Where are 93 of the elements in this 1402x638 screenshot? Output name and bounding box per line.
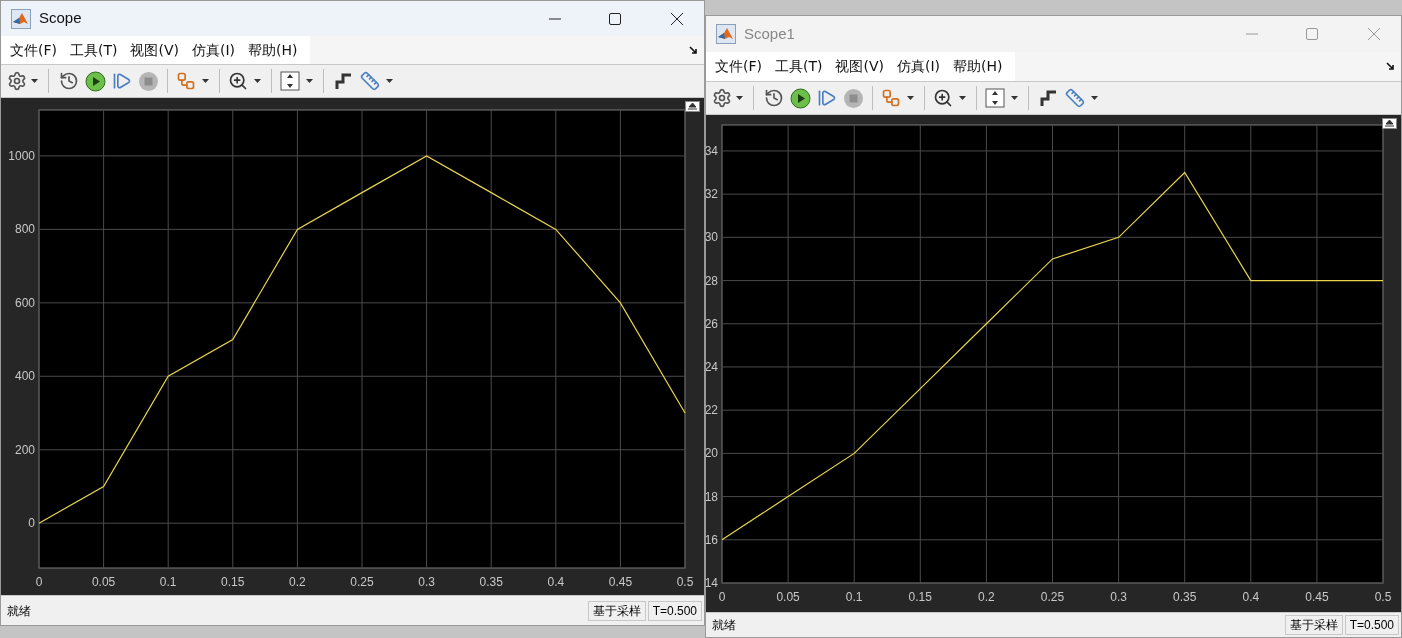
- menu-item[interactable]: 仿真(I): [187, 39, 241, 61]
- menu-item[interactable]: 视图(V): [125, 39, 184, 61]
- x-tick-label: 0.1: [845, 590, 863, 604]
- settings-icon[interactable]: [7, 71, 27, 91]
- x-tick-label: 0.15: [908, 590, 932, 604]
- y-tick-label: 600: [14, 295, 35, 310]
- x-tick-label: 0.2: [978, 590, 995, 604]
- sample-mode-label: 基于采样: [1284, 615, 1343, 635]
- x-tick-label: 0: [35, 575, 43, 589]
- arrow-icon[interactable]: [689, 45, 698, 55]
- caret-icon[interactable]: [1091, 96, 1098, 100]
- x-tick-label: 0.3: [1110, 590, 1127, 604]
- caret-icon[interactable]: [202, 79, 209, 83]
- play-icon[interactable]: [85, 70, 106, 92]
- app-logo-icon: [716, 24, 736, 44]
- zoom-in-icon[interactable]: [228, 71, 248, 91]
- maximize-icon[interactable]: [608, 11, 622, 26]
- scale-axes-icon[interactable]: [280, 71, 300, 91]
- y-tick-label: 14: [706, 576, 718, 590]
- x-tick-label: 0.35: [1173, 590, 1197, 604]
- step-forward-icon[interactable]: [112, 71, 132, 91]
- y-tick-label: 1000: [8, 148, 35, 163]
- caret-icon[interactable]: [907, 96, 914, 100]
- x-tick-label: 0.05: [776, 590, 800, 604]
- play-icon[interactable]: [790, 87, 811, 109]
- x-tick-label: 0.25: [1040, 590, 1065, 604]
- y-tick-label: 22: [706, 403, 718, 418]
- x-tick-label: 0.3: [418, 575, 435, 589]
- x-tick-label: 0.4: [1242, 590, 1260, 604]
- y-tick-label: 400: [14, 369, 35, 384]
- x-tick-label: 0.5: [676, 575, 694, 589]
- step-signal-icon[interactable]: [334, 71, 354, 91]
- y-tick-label: 200: [14, 442, 35, 457]
- x-tick-label: 0.2: [289, 575, 306, 589]
- caret-icon[interactable]: [31, 79, 38, 83]
- x-tick-label: 0.45: [1305, 590, 1329, 604]
- status-text: 就绪: [6, 602, 31, 620]
- layout-icon[interactable]: [881, 88, 901, 108]
- x-tick-label: 0.45: [608, 575, 633, 589]
- x-tick-label: 0.35: [479, 575, 503, 589]
- caret-icon[interactable]: [959, 96, 966, 100]
- caret-icon[interactable]: [1011, 96, 1018, 100]
- y-tick-label: 18: [706, 489, 718, 504]
- x-tick-label: 0.25: [350, 575, 374, 589]
- x-tick-label: 0.5: [1374, 590, 1392, 604]
- window-title: Scope: [39, 8, 82, 29]
- close-icon[interactable]: [670, 11, 684, 26]
- ruler-icon[interactable]: [360, 71, 380, 91]
- y-tick-label: 28: [706, 273, 718, 288]
- sim-time-label: T=0.500: [1344, 615, 1399, 635]
- menu-item[interactable]: 帮助(H): [948, 56, 1008, 77]
- x-tick-label: 0.15: [221, 575, 245, 589]
- undock-icon[interactable]: [685, 101, 700, 112]
- zoom-in-icon[interactable]: [933, 88, 953, 108]
- sample-mode-label: 基于采样: [587, 600, 646, 621]
- x-tick-label: 0.05: [91, 575, 116, 589]
- y-tick-label: 16: [706, 532, 718, 547]
- sim-time-label: T=0.500: [647, 600, 702, 621]
- y-tick-label: 34: [706, 143, 718, 158]
- y-tick-label: 24: [706, 359, 718, 374]
- status-text: 就绪: [711, 617, 736, 634]
- caret-icon[interactable]: [306, 79, 313, 83]
- menu-item[interactable]: 文件(F): [5, 39, 62, 61]
- scale-axes-icon[interactable]: [985, 88, 1005, 108]
- menu-item[interactable]: 工具(T): [770, 56, 828, 77]
- x-tick-label: 0.1: [159, 575, 177, 589]
- x-tick-label: 0: [718, 590, 726, 604]
- app-logo-icon: [11, 8, 31, 29]
- y-tick-label: 26: [706, 316, 718, 331]
- layout-icon[interactable]: [176, 71, 196, 91]
- y-tick-label: 32: [706, 187, 718, 202]
- caret-icon[interactable]: [254, 79, 261, 83]
- window-title: Scope1: [744, 23, 795, 44]
- ruler-icon[interactable]: [1065, 88, 1085, 108]
- stop-icon: [843, 87, 864, 109]
- step-signal-icon[interactable]: [1039, 88, 1059, 108]
- x-tick-label: 0.4: [547, 575, 565, 589]
- y-tick-label: 30: [706, 230, 718, 245]
- arrow-icon[interactable]: [1386, 62, 1395, 71]
- y-tick-label: 800: [14, 222, 35, 237]
- y-tick-label: 0: [28, 516, 35, 531]
- caret-icon[interactable]: [386, 79, 393, 83]
- caret-icon[interactable]: [736, 96, 743, 100]
- menu-item[interactable]: 帮助(H): [243, 39, 303, 61]
- y-tick-label: 20: [706, 446, 718, 461]
- menu-item[interactable]: 视图(V): [830, 56, 889, 77]
- settings-icon[interactable]: [712, 88, 732, 108]
- step-forward-icon[interactable]: [817, 88, 837, 108]
- undock-icon[interactable]: [1382, 118, 1397, 129]
- menu-item[interactable]: 文件(F): [710, 56, 767, 77]
- menu-item[interactable]: 仿真(I): [892, 56, 946, 77]
- menu-item[interactable]: 工具(T): [65, 39, 123, 61]
- stop-icon: [138, 70, 159, 92]
